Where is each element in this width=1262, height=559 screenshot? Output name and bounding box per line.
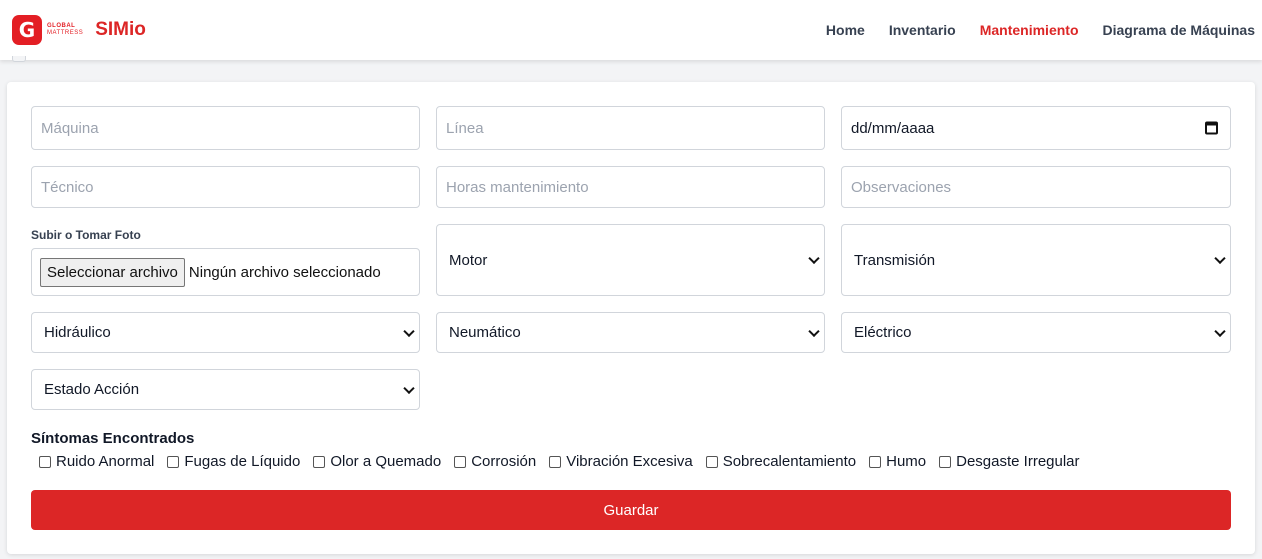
tecnico-input[interactable]: Técnico bbox=[31, 166, 420, 208]
app-name: SIMio bbox=[95, 19, 146, 40]
nav-diagrama-maquinas[interactable]: Diagrama de Máquinas bbox=[1103, 22, 1256, 38]
nav-home[interactable]: Home bbox=[826, 22, 865, 38]
estado-accion-select-value: Estado Acción bbox=[44, 381, 140, 398]
select-file-button[interactable]: Seleccionar archivo bbox=[40, 257, 185, 287]
estado-accion-select[interactable]: Estado Acción bbox=[31, 369, 420, 410]
symptom-label: Corrosión bbox=[471, 453, 537, 470]
chevron-down-icon bbox=[808, 325, 820, 337]
neumatico-select-value: Neumático bbox=[449, 324, 521, 341]
logo-line-2: MATTRESS bbox=[47, 30, 84, 36]
global-mattress-logo-icon: G bbox=[12, 15, 42, 45]
symptom-label: Olor a Quemado bbox=[330, 453, 442, 470]
photo-file-input[interactable]: Seleccionar archivo Ningún archivo selec… bbox=[31, 248, 420, 296]
chevron-down-icon bbox=[403, 325, 415, 337]
symptom-olor-quemado[interactable]: Olor a Quemado bbox=[313, 453, 441, 470]
brand[interactable]: G GLOBAL MATTRESS SIMio bbox=[12, 15, 146, 45]
checkbox[interactable] bbox=[939, 455, 952, 468]
electrico-select[interactable]: Eléctrico bbox=[841, 312, 1231, 353]
motor-select-value: Motor bbox=[449, 251, 488, 269]
fecha-input[interactable]: dd/mm/aaaa bbox=[841, 106, 1231, 150]
chevron-down-icon bbox=[1214, 252, 1226, 265]
transmision-select[interactable]: Transmisión bbox=[841, 224, 1231, 296]
upload-photo-label: Subir o Tomar Foto bbox=[31, 228, 141, 242]
symptom-label: Humo bbox=[886, 453, 927, 470]
symptom-sobrecalentamiento[interactable]: Sobrecalentamiento bbox=[705, 453, 857, 470]
checkbox[interactable] bbox=[454, 455, 467, 468]
chevron-down-icon bbox=[808, 252, 820, 265]
collapsed-panel-handle[interactable] bbox=[12, 56, 26, 62]
nav-menu: Home Inventario Mantenimiento Diagrama d… bbox=[826, 0, 1255, 60]
symptom-fugas-liquido[interactable]: Fugas de Líquido bbox=[167, 453, 300, 470]
navbar: G GLOBAL MATTRESS SIMio Home Inventario … bbox=[0, 0, 1262, 60]
nav-mantenimiento[interactable]: Mantenimiento bbox=[980, 22, 1079, 38]
symptoms-title: Síntomas Encontrados bbox=[31, 430, 195, 447]
symptom-label: Desgaste Irregular bbox=[956, 453, 1080, 470]
symptom-corrosion[interactable]: Corrosión bbox=[454, 453, 536, 470]
electrico-select-value: Eléctrico bbox=[854, 324, 912, 341]
linea-input[interactable]: Línea bbox=[436, 106, 825, 150]
save-button[interactable]: Guardar bbox=[31, 490, 1231, 530]
symptom-ruido-anormal[interactable]: Ruido Anormal bbox=[39, 453, 154, 470]
symptom-desgaste-irregular[interactable]: Desgaste Irregular bbox=[939, 453, 1080, 470]
checkbox[interactable] bbox=[167, 455, 180, 468]
transmision-select-value: Transmisión bbox=[854, 251, 936, 269]
file-status-text: Ningún archivo seleccionado bbox=[188, 263, 381, 281]
symptom-vibracion-excesiva[interactable]: Vibración Excesiva bbox=[549, 453, 693, 470]
observaciones-input[interactable]: Observaciones bbox=[841, 166, 1231, 208]
checkbox[interactable] bbox=[549, 455, 562, 468]
logo-line-1: GLOBAL bbox=[47, 23, 76, 29]
hidraulico-select-value: Hidráulico bbox=[44, 324, 111, 341]
checkbox[interactable] bbox=[313, 455, 326, 468]
maquina-input[interactable]: Máquina bbox=[31, 106, 420, 150]
symptom-label: Vibración Excesiva bbox=[566, 453, 693, 470]
chevron-down-icon bbox=[1214, 325, 1226, 337]
horas-mantenimiento-input[interactable]: Horas mantenimiento bbox=[436, 166, 825, 208]
checkbox[interactable] bbox=[705, 455, 718, 468]
fecha-value: dd/mm/aaaa bbox=[851, 119, 935, 137]
nav-inventario[interactable]: Inventario bbox=[889, 22, 956, 38]
symptom-label: Fugas de Líquido bbox=[184, 453, 301, 470]
symptom-label: Ruido Anormal bbox=[56, 453, 155, 470]
neumatico-select[interactable]: Neumático bbox=[436, 312, 825, 353]
hidraulico-select[interactable]: Hidráulico bbox=[31, 312, 420, 353]
chevron-down-icon bbox=[403, 382, 415, 394]
symptom-label: Sobrecalentamiento bbox=[722, 453, 857, 470]
symptom-humo[interactable]: Humo bbox=[869, 453, 926, 470]
checkbox[interactable] bbox=[869, 455, 882, 468]
motor-select[interactable]: Motor bbox=[436, 224, 825, 296]
symptoms-checkbox-group: Ruido Anormal Fugas de Líquido Olor a Qu… bbox=[39, 453, 1093, 470]
logo-text: GLOBAL MATTRESS bbox=[47, 23, 83, 37]
checkbox[interactable] bbox=[39, 455, 51, 468]
calendar-icon[interactable] bbox=[1205, 121, 1218, 135]
